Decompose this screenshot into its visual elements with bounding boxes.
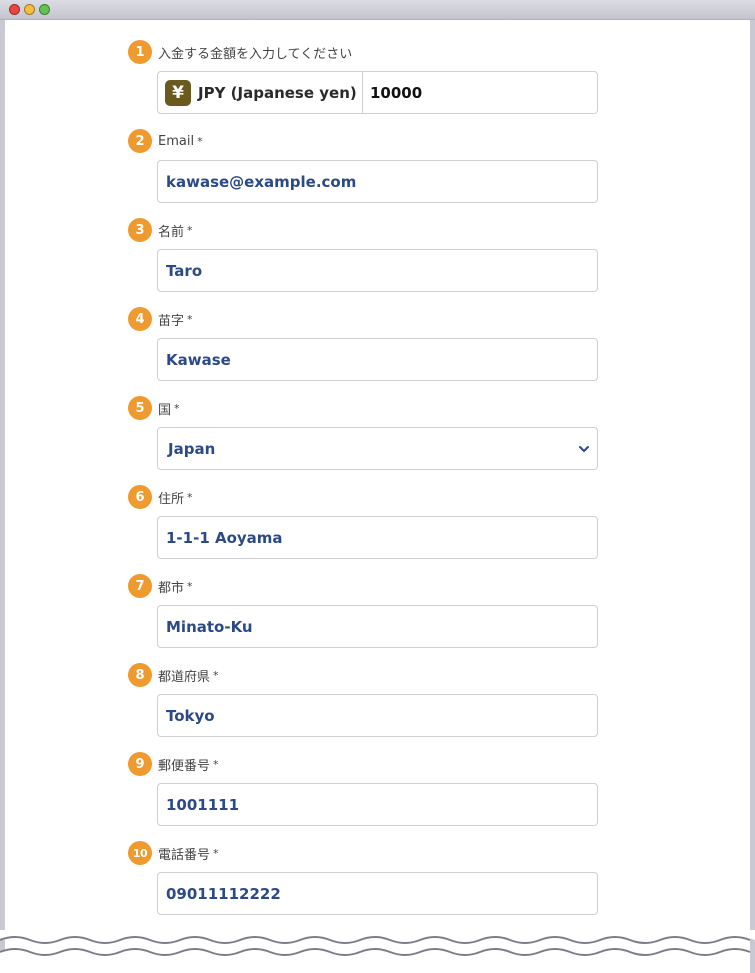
first-name-input[interactable]: Taro	[157, 249, 598, 292]
label-row: 3 名前 *	[128, 218, 193, 242]
minimize-dot-icon[interactable]	[24, 4, 35, 15]
field-label: 郵便番号	[158, 758, 211, 774]
browser-window: 1 入金する金額を入力してください ¥ JPY (Japanese yen) 1…	[0, 0, 755, 973]
email-input[interactable]: kawase@example.com	[157, 160, 598, 203]
field-label: 都市	[158, 580, 185, 596]
step-number-badge: 8	[128, 663, 152, 687]
phone-input[interactable]: 09011112222	[157, 872, 598, 915]
window-titlebar	[0, 0, 755, 20]
deposit-form: 1 入金する金額を入力してください ¥ JPY (Japanese yen) 1…	[5, 20, 750, 973]
field-label: 国	[158, 402, 172, 418]
field-label: 住所	[158, 491, 185, 507]
step-number-badge: 7	[128, 574, 152, 598]
close-dot-icon[interactable]	[9, 4, 20, 15]
required-marker: *	[213, 668, 219, 682]
last-name-input[interactable]: Kawase	[157, 338, 598, 381]
label-row: 7 都市 *	[128, 574, 193, 598]
required-marker: *	[213, 846, 219, 860]
field-label: 都道府県	[158, 669, 211, 685]
currency-selector[interactable]: JPY (Japanese yen)	[198, 84, 357, 102]
label-row: 5 国 *	[128, 396, 180, 420]
step-number-badge: 6	[128, 485, 152, 509]
maximize-dot-icon[interactable]	[39, 4, 50, 15]
required-marker: *	[187, 579, 193, 593]
chevron-down-icon	[579, 446, 589, 452]
city-input[interactable]: Minato-Ku	[157, 605, 598, 648]
required-marker: *	[187, 223, 193, 237]
required-marker: *	[174, 401, 180, 415]
label-row: 1 入金する金額を入力してください	[128, 40, 352, 64]
amount-input[interactable]: 10000	[370, 72, 422, 113]
required-marker: *	[213, 757, 219, 771]
required-marker: *	[187, 312, 193, 326]
address-input[interactable]: 1-1-1 Aoyama	[157, 516, 598, 559]
postal-code-input[interactable]: 1001111	[157, 783, 598, 826]
country-select-value: Japan	[168, 439, 216, 458]
amount-input-group: ¥ JPY (Japanese yen) 10000	[157, 71, 598, 114]
label-row: 6 住所 *	[128, 485, 193, 509]
label-row: 10 電話番号 *	[128, 841, 219, 865]
yen-icon: ¥	[165, 79, 191, 106]
label-row: 9 郵便番号 *	[128, 752, 219, 776]
step-number-badge: 9	[128, 752, 152, 776]
torn-edge-divider	[0, 930, 755, 973]
field-label: 苗字	[158, 313, 185, 329]
label-row: 8 都道府県 *	[128, 663, 219, 687]
input-divider	[362, 72, 363, 113]
step-number-badge: 3	[128, 218, 152, 242]
label-row: 4 苗字 *	[128, 307, 193, 331]
label-row: 2 Email *	[128, 129, 203, 153]
field-label: 名前	[158, 224, 185, 240]
step-number-badge: 5	[128, 396, 152, 420]
field-label: 入金する金額を入力してください	[158, 46, 353, 62]
step-number-badge: 10	[128, 841, 152, 865]
country-select[interactable]: Japan	[157, 427, 598, 470]
field-label: 電話番号	[158, 847, 211, 863]
required-marker: *	[187, 490, 193, 504]
field-label: Email	[158, 133, 195, 149]
step-number-badge: 1	[128, 40, 152, 64]
required-marker: *	[197, 134, 203, 148]
step-number-badge: 2	[128, 129, 152, 153]
prefecture-input[interactable]: Tokyo	[157, 694, 598, 737]
step-number-badge: 4	[128, 307, 152, 331]
